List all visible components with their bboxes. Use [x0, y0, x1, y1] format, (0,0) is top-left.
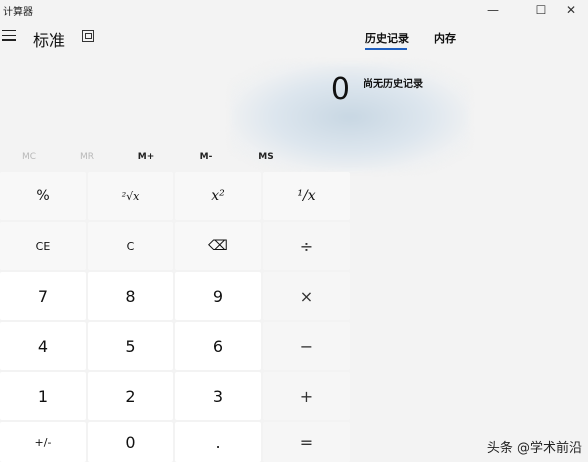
multiply-button[interactable]: ×: [263, 272, 350, 320]
memory-subtract-button[interactable]: M-: [177, 148, 235, 166]
tab-history[interactable]: 历史记录: [365, 30, 409, 46]
memory-recall-button[interactable]: MR: [58, 148, 116, 166]
minimize-button[interactable]: —: [470, 0, 516, 20]
maximize-icon: ☐: [535, 3, 547, 17]
digit-3-button[interactable]: 3: [175, 372, 261, 420]
keypad: % ²√x x² ¹/x CE C ⌫ ÷ 7 8 9 × 4 5 6 − 1 …: [0, 172, 350, 462]
subtract-button[interactable]: −: [263, 322, 350, 370]
square-button[interactable]: x²: [175, 172, 261, 220]
memory-add-button[interactable]: M+: [117, 148, 175, 166]
memory-store-button[interactable]: MS: [237, 148, 295, 166]
digit-5-button[interactable]: 5: [88, 322, 173, 370]
hamburger-menu-icon[interactable]: [2, 30, 16, 42]
percent-button[interactable]: %: [0, 172, 86, 220]
equals-button[interactable]: =: [263, 422, 350, 462]
memory-clear-button[interactable]: MC: [0, 148, 58, 166]
digit-2-button[interactable]: 2: [88, 372, 173, 420]
digit-4-button[interactable]: 4: [0, 322, 86, 370]
digit-7-button[interactable]: 7: [0, 272, 86, 320]
divide-button[interactable]: ÷: [263, 222, 350, 270]
minimize-icon: —: [487, 3, 499, 17]
calculator-header: 标准: [0, 26, 350, 50]
clear-entry-button[interactable]: CE: [0, 222, 86, 270]
keep-on-top-icon[interactable]: [82, 30, 94, 42]
square-root-button[interactable]: ²√x: [88, 172, 173, 220]
result-display: 0: [330, 72, 350, 107]
digit-9-button[interactable]: 9: [175, 272, 261, 320]
digit-0-button[interactable]: 0: [88, 422, 173, 462]
digit-6-button[interactable]: 6: [175, 322, 261, 370]
digit-1-button[interactable]: 1: [0, 372, 86, 420]
memory-row: MC MR M+ M- MS: [0, 148, 350, 166]
tab-memory[interactable]: 内存: [434, 30, 456, 46]
close-icon: ✕: [565, 3, 577, 17]
history-empty-message: 尚无历史记录: [363, 79, 423, 90]
backspace-button[interactable]: ⌫: [175, 222, 261, 270]
mode-title: 标准: [33, 31, 66, 50]
digit-8-button[interactable]: 8: [88, 272, 173, 320]
window-title: 计算器: [3, 7, 33, 18]
add-button[interactable]: +: [263, 372, 350, 420]
negate-button[interactable]: +/-: [0, 422, 86, 462]
active-tab-indicator: [365, 48, 407, 50]
title-bar: 计算器 — ☐ ✕: [0, 0, 588, 20]
backspace-icon: ⌫: [208, 238, 228, 254]
close-button[interactable]: ✕: [548, 0, 588, 20]
clear-button[interactable]: C: [88, 222, 173, 270]
watermark-text: 头条 @学术前沿: [486, 441, 582, 456]
reciprocal-button[interactable]: ¹/x: [263, 172, 350, 220]
decimal-button[interactable]: .: [175, 422, 261, 462]
